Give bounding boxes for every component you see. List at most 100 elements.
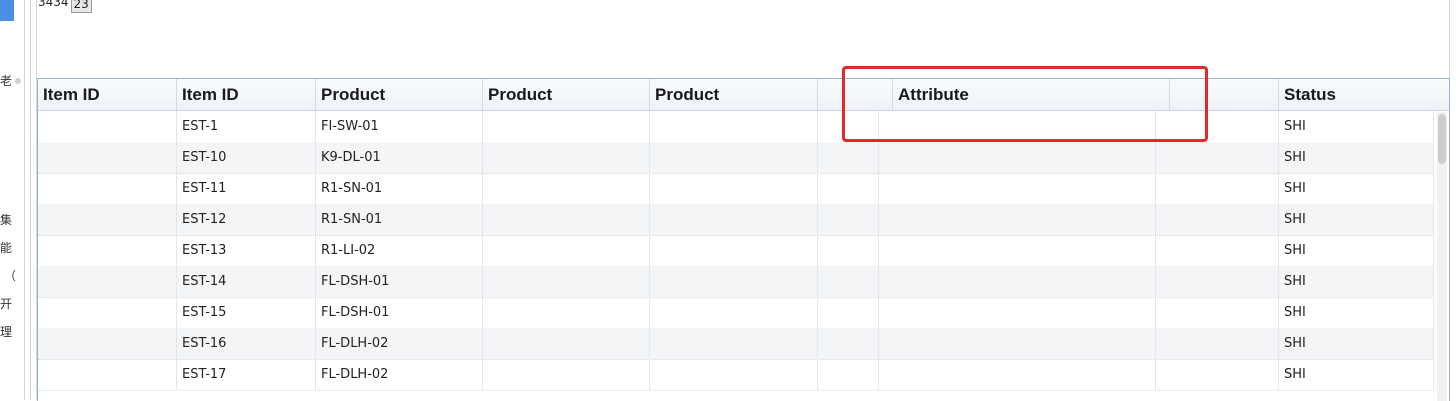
cell-blank-1[interactable] (818, 297, 879, 328)
vertical-scrollbar[interactable] (1437, 112, 1447, 401)
cell-status[interactable]: SHI (1279, 111, 1434, 142)
table-row[interactable]: EST-16 FL-DLH-02 SHI (38, 328, 1434, 360)
cell-product-2[interactable] (483, 204, 650, 235)
cell-blank-2[interactable] (1156, 328, 1279, 359)
cell-blank-1[interactable] (818, 266, 879, 297)
cell-product[interactable]: R1-LI-02 (316, 235, 483, 266)
sidebar-char-3[interactable]: 能 (0, 241, 12, 255)
cell-item-id[interactable]: EST-11 (177, 173, 316, 204)
header-product-3[interactable]: Product (650, 79, 818, 110)
cell-product-2[interactable] (483, 111, 650, 142)
cell-attribute[interactable] (879, 328, 1156, 359)
cell-product-3[interactable] (650, 111, 818, 142)
cell-attribute[interactable] (879, 235, 1156, 266)
cell-item-id-1[interactable] (38, 266, 177, 297)
cell-item-id-1[interactable] (38, 111, 177, 142)
cell-blank-1[interactable] (818, 235, 879, 266)
cell-status[interactable]: SHI (1279, 204, 1434, 235)
scrollbar-thumb[interactable] (1438, 114, 1446, 164)
cell-blank-2[interactable] (1156, 204, 1279, 235)
table-row[interactable]: EST-13 R1-LI-02 SHI (38, 235, 1434, 267)
cell-attribute[interactable] (879, 142, 1156, 173)
cell-product[interactable]: R1-SN-01 (316, 173, 483, 204)
cell-blank-2[interactable] (1156, 173, 1279, 204)
cell-blank-1[interactable] (818, 173, 879, 204)
cell-product-3[interactable] (650, 359, 818, 390)
cell-attribute[interactable] (879, 111, 1156, 142)
header-status[interactable]: Status (1279, 79, 1449, 110)
header-product-1[interactable]: Product (316, 79, 483, 110)
cell-attribute[interactable] (879, 359, 1156, 390)
sidebar-active-marker[interactable] (0, 0, 14, 21)
header-blank-1[interactable] (818, 79, 893, 110)
cell-blank-2[interactable] (1156, 111, 1279, 142)
cell-blank-1[interactable] (818, 359, 879, 390)
cell-item-id[interactable]: EST-12 (177, 204, 316, 235)
cell-product-2[interactable] (483, 173, 650, 204)
table-row[interactable]: EST-17 FL-DLH-02 SHI (38, 359, 1434, 391)
cell-product-2[interactable] (483, 142, 650, 173)
cell-blank-1[interactable] (818, 328, 879, 359)
cell-status[interactable]: SHI (1279, 173, 1434, 204)
table-row[interactable]: EST-15 FL-DSH-01 SHI (38, 297, 1434, 329)
cell-status[interactable]: SHI (1279, 142, 1434, 173)
cell-item-id[interactable]: EST-14 (177, 266, 316, 297)
cell-status[interactable]: SHI (1279, 266, 1434, 297)
cell-blank-2[interactable] (1156, 235, 1279, 266)
pager-page-input[interactable]: 23 (70, 0, 92, 13)
cell-product-3[interactable] (650, 328, 818, 359)
table-row[interactable]: EST-12 R1-SN-01 SHI (38, 204, 1434, 236)
cell-product[interactable]: K9-DL-01 (316, 142, 483, 173)
cell-item-id[interactable]: EST-1 (177, 111, 316, 142)
cell-item-id[interactable]: EST-17 (177, 359, 316, 390)
cell-item-id-1[interactable] (38, 359, 177, 390)
cell-item-id-1[interactable] (38, 328, 177, 359)
cell-blank-2[interactable] (1156, 142, 1279, 173)
cell-product-2[interactable] (483, 266, 650, 297)
table-row[interactable]: EST-1 FI-SW-01 SHI (38, 111, 1434, 143)
sidebar-char-5[interactable]: 开 (0, 297, 12, 311)
cell-product-2[interactable] (483, 359, 650, 390)
table-row[interactable]: EST-10 K9-DL-01 SHI (38, 142, 1434, 174)
cell-item-id[interactable]: EST-15 (177, 297, 316, 328)
cell-attribute[interactable] (879, 173, 1156, 204)
header-blank-2[interactable] (1170, 79, 1279, 110)
sidebar-char-6[interactable]: 理 (0, 325, 12, 339)
cell-attribute[interactable] (879, 266, 1156, 297)
header-attribute[interactable]: Attribute (893, 79, 1170, 110)
cell-item-id-1[interactable] (38, 173, 177, 204)
cell-item-id-1[interactable] (38, 142, 177, 173)
cell-status[interactable]: SHI (1279, 328, 1434, 359)
cell-product-2[interactable] (483, 235, 650, 266)
table-row[interactable]: EST-14 FL-DSH-01 SHI (38, 266, 1434, 298)
cell-product-3[interactable] (650, 142, 818, 173)
cell-product-3[interactable] (650, 266, 818, 297)
cell-product[interactable]: FL-DLH-02 (316, 328, 483, 359)
cell-product-2[interactable] (483, 328, 650, 359)
sidebar-char-4[interactable]: （ (4, 269, 16, 283)
cell-item-id-1[interactable] (38, 204, 177, 235)
cell-product-3[interactable] (650, 204, 818, 235)
cell-blank-1[interactable] (818, 111, 879, 142)
cell-attribute[interactable] (879, 204, 1156, 235)
cell-product[interactable]: FL-DSH-01 (316, 266, 483, 297)
sidebar-char-1[interactable]: 老 (0, 74, 12, 88)
cell-status[interactable]: SHI (1279, 359, 1434, 390)
cell-item-id[interactable]: EST-16 (177, 328, 316, 359)
cell-product[interactable]: FI-SW-01 (316, 111, 483, 142)
cell-product-3[interactable] (650, 235, 818, 266)
sidebar-char-2[interactable]: 集 (0, 213, 12, 227)
cell-product-2[interactable] (483, 297, 650, 328)
cell-blank-1[interactable] (818, 204, 879, 235)
header-item-id-1[interactable]: Item ID (38, 79, 177, 110)
cell-blank-2[interactable] (1156, 359, 1279, 390)
cell-blank-2[interactable] (1156, 297, 1279, 328)
header-item-id-2[interactable]: Item ID (177, 79, 316, 110)
cell-item-id[interactable]: EST-13 (177, 235, 316, 266)
cell-product-3[interactable] (650, 297, 818, 328)
cell-blank-2[interactable] (1156, 266, 1279, 297)
cell-blank-1[interactable] (818, 142, 879, 173)
cell-item-id[interactable]: EST-10 (177, 142, 316, 173)
header-product-2[interactable]: Product (483, 79, 650, 110)
cell-item-id-1[interactable] (38, 297, 177, 328)
